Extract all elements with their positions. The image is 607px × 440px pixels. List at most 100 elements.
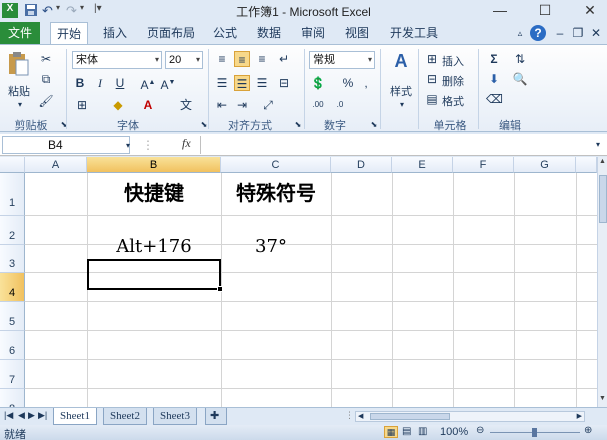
- increase-indent-icon[interactable]: ⇥: [234, 97, 250, 113]
- row-header-8[interactable]: 8: [0, 389, 25, 407]
- insert-function-button[interactable]: fx: [182, 136, 191, 151]
- row-header-1[interactable]: 1: [0, 173, 25, 216]
- italic-icon[interactable]: I: [92, 75, 108, 91]
- number-format-combo[interactable]: 常规 ▾: [309, 51, 375, 69]
- insert-cells-button[interactable]: 插入: [442, 53, 464, 69]
- sort-filter-icon[interactable]: ⇅: [512, 51, 528, 67]
- fill-icon[interactable]: ⬇: [486, 71, 502, 87]
- orientation-icon[interactable]: ⤢: [260, 97, 276, 113]
- font-size-combo[interactable]: 20 ▾: [165, 51, 203, 69]
- column-header-d[interactable]: D: [331, 157, 392, 173]
- format-cells-button[interactable]: 格式: [442, 93, 464, 109]
- tab-formulas[interactable]: 公式: [208, 22, 242, 44]
- fill-handle[interactable]: [217, 286, 223, 292]
- column-header-e[interactable]: E: [392, 157, 453, 173]
- row-header-2[interactable]: 2: [0, 216, 25, 245]
- minimize-button[interactable]: —: [485, 0, 515, 20]
- cell-b3[interactable]: Alt+176: [87, 236, 221, 257]
- cell-b1[interactable]: 快捷键: [87, 177, 221, 206]
- tab-split-grip-icon[interactable]: ⋮: [345, 410, 354, 421]
- styles-dropdown-icon[interactable]: ▾: [394, 97, 410, 113]
- font-launcher-icon[interactable]: ⬊: [196, 117, 212, 133]
- delete-cells-button[interactable]: 删除: [442, 73, 464, 89]
- column-header-h[interactable]: [576, 157, 597, 173]
- column-header-f[interactable]: F: [453, 157, 514, 173]
- decrease-decimal-icon[interactable]: .0: [332, 97, 348, 113]
- copy-icon[interactable]: ⧉: [38, 71, 54, 87]
- underline-icon[interactable]: U: [112, 75, 128, 91]
- font-name-combo[interactable]: 宋体 ▾: [72, 51, 162, 69]
- tab-developer[interactable]: 开发工具: [386, 22, 442, 44]
- name-box[interactable]: B4: [2, 136, 130, 154]
- format-cells-icon[interactable]: ▤: [424, 91, 440, 107]
- insert-cells-icon[interactable]: ⊞: [424, 51, 440, 67]
- align-top-icon[interactable]: ≡: [214, 51, 230, 67]
- bold-icon[interactable]: B: [72, 75, 88, 91]
- align-center-icon[interactable]: ☰: [234, 75, 250, 91]
- zoom-in-icon[interactable]: ⊕: [584, 425, 592, 436]
- tab-review[interactable]: 审阅: [296, 22, 330, 44]
- formula-input[interactable]: [200, 136, 590, 154]
- align-bottom-icon[interactable]: ≡: [254, 51, 270, 67]
- delete-cells-icon[interactable]: ⊟: [424, 71, 440, 87]
- tab-view[interactable]: 视图: [340, 22, 374, 44]
- merge-center-icon[interactable]: ⊟: [276, 75, 292, 91]
- last-sheet-icon[interactable]: ▶|: [38, 410, 47, 421]
- page-layout-view-icon[interactable]: ▤: [402, 426, 411, 437]
- tab-insert[interactable]: 插入: [98, 22, 132, 44]
- window-min-icon[interactable]: –: [552, 25, 568, 41]
- sheet-tab-2[interactable]: Sheet2: [103, 408, 147, 425]
- horizontal-scrollbar[interactable]: ◀ ▶: [355, 411, 585, 422]
- cut-icon[interactable]: ✂: [38, 51, 54, 67]
- decrease-indent-icon[interactable]: ⇤: [214, 97, 230, 113]
- column-header-b[interactable]: B: [87, 157, 221, 173]
- help-icon[interactable]: ?: [530, 25, 546, 41]
- zoom-slider-thumb[interactable]: [532, 428, 537, 437]
- row-header-3[interactable]: 3: [0, 245, 25, 273]
- scroll-up-icon[interactable]: ▲: [599, 158, 606, 165]
- increase-decimal-icon[interactable]: .00: [310, 97, 326, 113]
- tab-file[interactable]: 文件: [0, 22, 40, 44]
- format-painter-icon[interactable]: 🖌: [38, 93, 54, 109]
- sheet-tab-1[interactable]: Sheet1: [53, 408, 97, 425]
- phonetic-icon[interactable]: 文: [178, 97, 194, 113]
- select-all-button[interactable]: [0, 157, 25, 173]
- align-left-icon[interactable]: ☰: [214, 75, 230, 91]
- cell-c1[interactable]: 特殊符号: [221, 177, 331, 206]
- paste-icon[interactable]: [6, 51, 30, 77]
- grow-font-icon[interactable]: A▲: [140, 75, 156, 92]
- column-header-g[interactable]: G: [514, 157, 576, 173]
- accounting-format-icon[interactable]: 💲: [310, 75, 326, 91]
- window-restore-icon[interactable]: ❐: [570, 25, 586, 41]
- percent-icon[interactable]: %: [340, 75, 356, 91]
- scroll-right-icon[interactable]: ▶: [577, 412, 582, 420]
- zoom-out-icon[interactable]: ⊖: [476, 425, 484, 436]
- new-sheet-icon[interactable]: ✚: [205, 408, 227, 425]
- borders-icon[interactable]: ⊞: [74, 97, 90, 113]
- align-right-icon[interactable]: ☰: [254, 75, 270, 91]
- cell-c3[interactable]: 37°: [221, 236, 321, 257]
- tab-page-layout[interactable]: 页面布局: [143, 22, 199, 44]
- maximize-button[interactable]: ☐: [530, 0, 560, 20]
- row-header-7[interactable]: 7: [0, 360, 25, 389]
- scroll-left-icon[interactable]: ◀: [358, 412, 363, 420]
- clear-icon[interactable]: ⌫: [486, 91, 503, 107]
- scroll-down-icon[interactable]: ▼: [599, 395, 606, 402]
- tab-data[interactable]: 数据: [252, 22, 286, 44]
- zoom-level[interactable]: 100%: [440, 426, 468, 438]
- name-box-dropdown-icon[interactable]: ▾: [120, 138, 136, 154]
- spreadsheet-grid[interactable]: A B C D E F G 1 2 3 4 5 6 7 8 快捷键 特殊符号 A…: [0, 157, 597, 407]
- wrap-text-icon[interactable]: ↵: [276, 51, 292, 67]
- window-close-icon[interactable]: ✕: [588, 25, 604, 41]
- next-sheet-icon[interactable]: ▶: [28, 410, 35, 421]
- find-select-icon[interactable]: 🔍: [512, 71, 528, 87]
- font-color-icon[interactable]: A: [140, 97, 156, 113]
- prev-sheet-icon[interactable]: ◀: [18, 410, 25, 421]
- minimize-ribbon-icon[interactable]: ▵: [512, 25, 528, 41]
- row-header-6[interactable]: 6: [0, 331, 25, 360]
- comma-style-icon[interactable]: ,: [358, 75, 374, 91]
- close-button[interactable]: ✕: [575, 0, 605, 20]
- autosum-icon[interactable]: Σ: [486, 51, 502, 67]
- normal-view-icon[interactable]: ▦: [384, 426, 398, 438]
- align-middle-icon[interactable]: ≡: [234, 51, 250, 67]
